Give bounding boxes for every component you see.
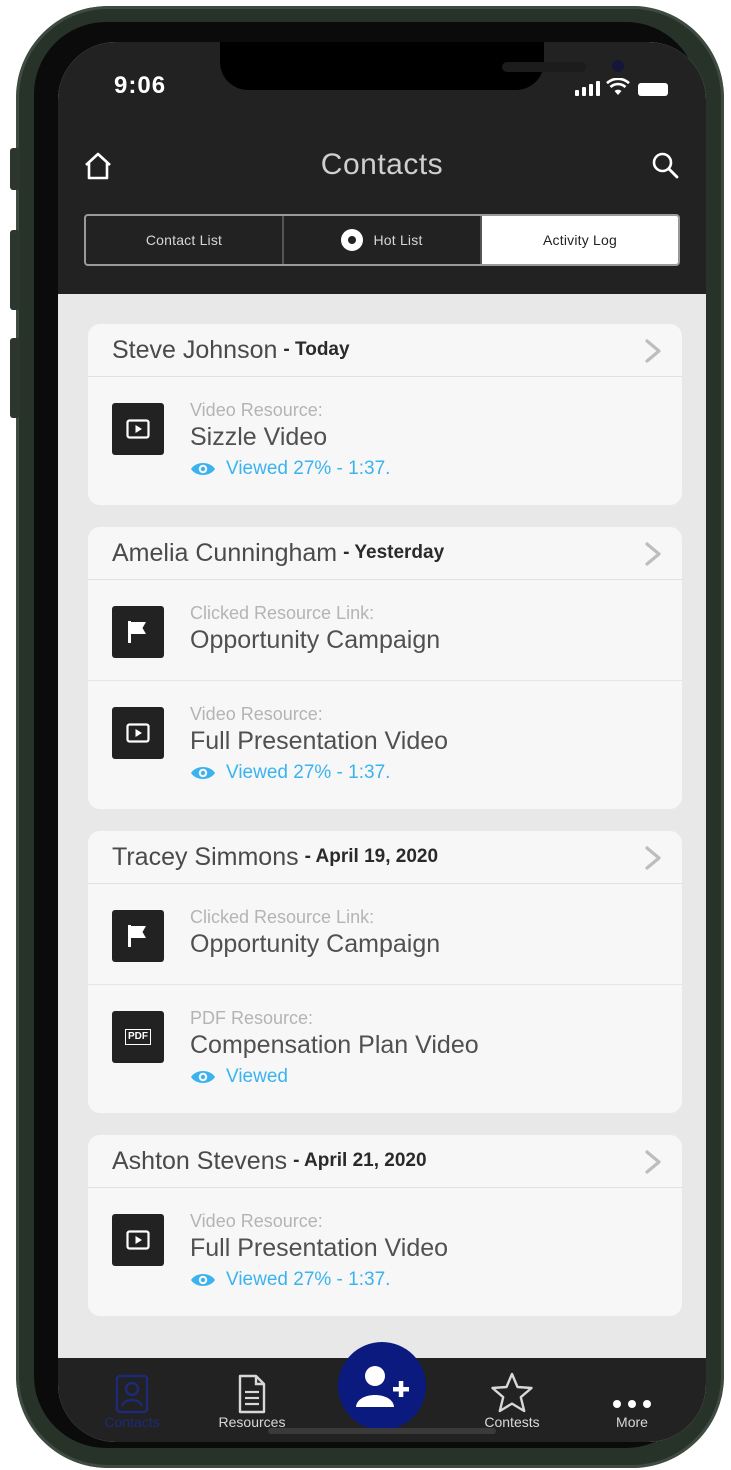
resource-thumbnail <box>112 606 164 658</box>
mute-switch <box>10 148 20 190</box>
more-icon <box>613 1400 651 1408</box>
card-header[interactable]: Steve Johnson - Today <box>88 324 682 377</box>
video-icon <box>126 723 150 743</box>
view-status-text: Viewed 27% - 1:37. <box>226 762 391 783</box>
tab-label: Hot List <box>373 232 423 248</box>
chevron-right-icon[interactable] <box>642 541 664 567</box>
activity-item[interactable]: Clicked Resource Link: Opportunity Campai… <box>88 884 682 984</box>
tab-hot-list[interactable]: Hot List <box>282 216 480 264</box>
view-status: Viewed <box>190 1063 479 1091</box>
tab-label: Contact List <box>145 232 223 248</box>
add-contact-button[interactable] <box>338 1342 426 1430</box>
resource-type: Video Resource: <box>190 400 323 420</box>
view-status: Viewed 27% - 1:37. <box>190 759 448 787</box>
search-icon[interactable] <box>650 150 680 180</box>
add-contact-icon <box>356 1366 409 1407</box>
volume-down-button <box>10 338 20 418</box>
chevron-right-icon[interactable] <box>642 338 664 364</box>
activity-date: - Yesterday <box>343 542 445 563</box>
view-status-text: Viewed <box>226 1066 288 1087</box>
activity-card: Tracey Simmons - April 19, 2020 Clicked Re… <box>88 831 682 1113</box>
speaker <box>502 62 586 72</box>
status-icons <box>575 78 668 96</box>
resource-thumbnail <box>112 910 164 962</box>
resource-title: Opportunity Campaign <box>190 626 441 654</box>
resource-type: PDF Resource: <box>190 1008 314 1028</box>
tabbar-item-contests[interactable]: Contests <box>452 1370 572 1430</box>
activity-date: - April 21, 2020 <box>293 1150 427 1171</box>
home-indicator <box>268 1428 496 1434</box>
front-camera <box>612 60 624 72</box>
activity-item[interactable]: Video Resource: Sizzle Video Viewed 27% - … <box>88 377 682 505</box>
tabbar-label: Contacts <box>104 1414 160 1430</box>
resource-thumbnail <box>112 403 164 455</box>
resource-thumbnail: PDF <box>112 1011 164 1063</box>
card-header[interactable]: Tracey Simmons - April 19, 2020 <box>88 831 682 884</box>
card-header[interactable]: Amelia Cunningham - Yesterday <box>88 527 682 580</box>
activity-card: Steve Johnson - Today Video Resource: Sizzl… <box>88 324 682 505</box>
activity-item[interactable]: Clicked Resource Link: Opportunity Campai… <box>88 580 682 680</box>
status-time: 9:06 <box>114 72 167 99</box>
resource-title: Full Presentation Video <box>190 1234 449 1262</box>
contact-name: Ashton Stevens <box>112 1146 288 1175</box>
resource-title: Full Presentation Video <box>190 727 449 755</box>
flag-icon <box>126 923 150 949</box>
document-icon <box>238 1374 266 1414</box>
wifi-icon <box>606 78 630 95</box>
hot-list-icon <box>341 229 364 251</box>
phone-screen: 9:06 Contacts Contact List Hot List Acti… <box>58 42 706 1442</box>
view-status: Viewed 27% - 1:37. <box>190 1266 448 1294</box>
resource-thumbnail <box>112 707 164 759</box>
tabbar-item-contacts[interactable]: Contacts <box>72 1370 192 1430</box>
tabbar-item-more[interactable]: More <box>572 1370 692 1430</box>
tabbar-label: More <box>616 1414 648 1430</box>
view-status: Viewed 27% - 1:37. <box>190 455 390 483</box>
chevron-right-icon[interactable] <box>642 1149 664 1175</box>
resource-title: Opportunity Campaign <box>190 930 441 958</box>
app-header: 9:06 Contacts Contact List Hot List Acti… <box>58 42 706 294</box>
volume-up-button <box>10 230 20 310</box>
segmented-tabs: Contact List Hot List Activity Log <box>84 214 680 266</box>
eye-icon <box>190 1272 226 1288</box>
page-title: Contacts <box>320 148 444 181</box>
video-icon <box>126 419 150 439</box>
card-header[interactable]: Ashton Stevens - April 21, 2020 <box>88 1135 682 1188</box>
battery-icon <box>638 83 668 96</box>
resource-type: Clicked Resource Link: <box>190 907 375 927</box>
activity-feed: Steve Johnson - Today Video Resource: Sizzl… <box>88 324 682 1338</box>
pdf-icon: PDF <box>125 1029 151 1045</box>
eye-icon <box>190 461 226 477</box>
tab-label: Activity Log <box>543 232 617 248</box>
resource-type: Video Resource: <box>190 704 323 724</box>
notch <box>220 42 624 90</box>
video-icon <box>126 1230 150 1250</box>
contacts-icon <box>115 1374 149 1414</box>
flag-icon <box>126 619 150 645</box>
contact-name: Tracey Simmons <box>112 842 299 871</box>
view-status-text: Viewed 27% - 1:37. <box>226 1269 391 1290</box>
activity-item[interactable]: Video Resource: Full Presentation Video Vi… <box>88 680 682 809</box>
contact-name: Amelia Cunningham <box>112 538 338 567</box>
resource-title: Compensation Plan Video <box>190 1031 479 1059</box>
resource-type: Video Resource: <box>190 1211 323 1231</box>
activity-card: Ashton Stevens - April 21, 2020 Video Reso… <box>88 1135 682 1316</box>
activity-item[interactable]: PDF PDF Resource: Compensation Plan Video V… <box>88 984 682 1113</box>
star-icon <box>491 1372 533 1413</box>
resource-type: Clicked Resource Link: <box>190 603 375 623</box>
tab-contact-list[interactable]: Contact List <box>86 216 282 264</box>
signal-icon <box>575 81 600 96</box>
activity-item[interactable]: Video Resource: Full Presentation Video Vi… <box>88 1188 682 1316</box>
chevron-right-icon[interactable] <box>642 845 664 871</box>
activity-card: Amelia Cunningham - Yesterday Clicked Reso… <box>88 527 682 809</box>
tabbar-item-resources[interactable]: Resources <box>192 1370 312 1430</box>
tab-activity-log[interactable]: Activity Log <box>480 216 678 264</box>
contact-name: Steve Johnson <box>112 335 278 364</box>
view-status-text: Viewed 27% - 1:37. <box>226 458 391 479</box>
activity-date: - April 19, 2020 <box>304 846 439 867</box>
activity-date: - Today <box>283 339 350 360</box>
resource-title: Sizzle Video <box>190 423 328 451</box>
eye-icon <box>190 765 226 781</box>
resource-thumbnail <box>112 1214 164 1266</box>
eye-icon <box>190 1069 226 1085</box>
